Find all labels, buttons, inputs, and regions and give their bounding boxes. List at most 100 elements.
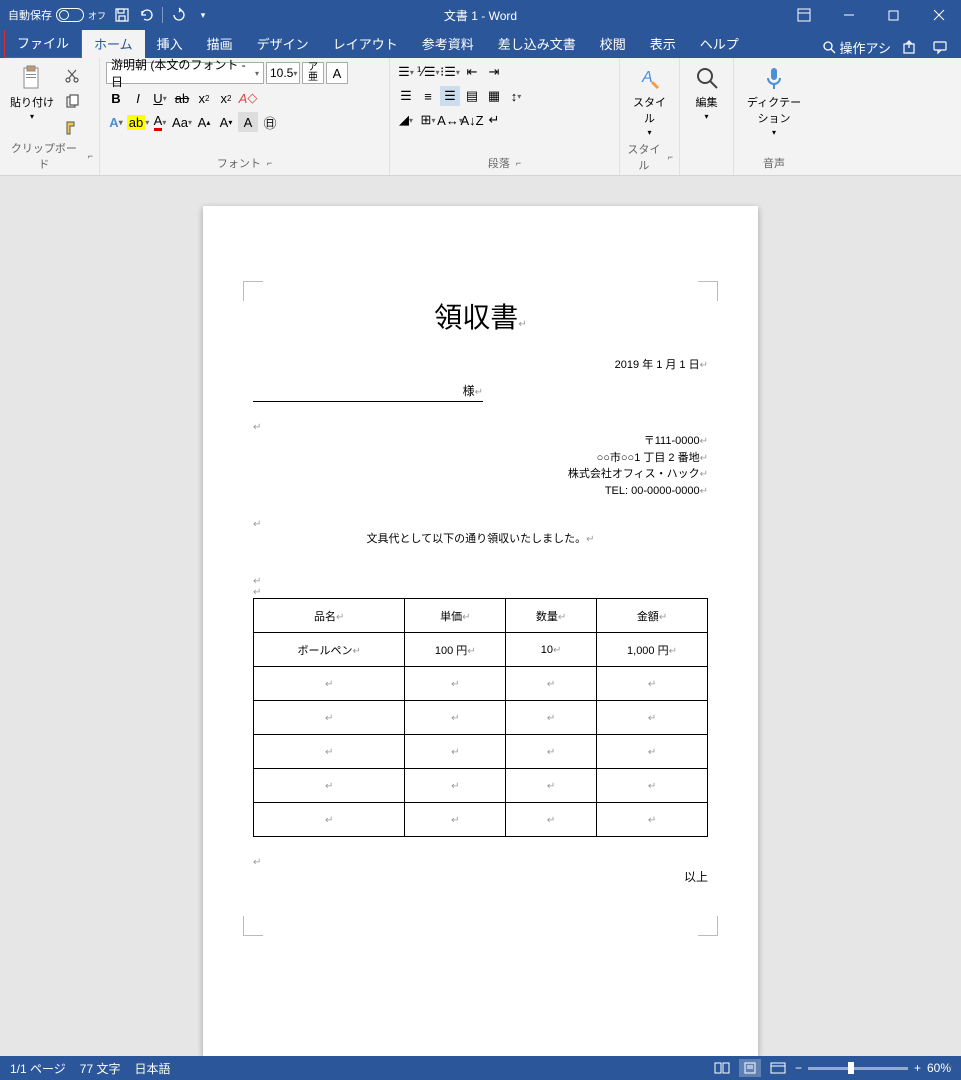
autosave-toggle[interactable]: 自動保存 オフ [8,7,106,23]
zoom-in-button[interactable]: + [914,1061,921,1075]
tab-layout[interactable]: レイアウト [321,29,410,58]
receipt-table[interactable]: 品名↵ 単価↵ 数量↵ 金額↵ ボールペン↵100 円↵10↵1,000 円↵ … [253,598,708,837]
editing-button[interactable]: 編集 ▾ [689,62,725,123]
styles-launcher[interactable]: ⌐ [668,152,673,162]
distributed-button[interactable]: ▦ [484,86,504,106]
font-color-button[interactable]: A▾ [150,112,170,132]
recipient-line[interactable]: 様↵ [253,382,483,402]
tab-mailings[interactable]: 差し込み文書 [486,29,588,58]
undo-icon[interactable] [138,7,154,23]
italic-button[interactable]: I [128,88,148,108]
doc-heading[interactable]: 領収書↵ [253,296,708,336]
font-size-combo[interactable]: 10.5▾ [266,62,300,84]
clear-format-button[interactable]: A◇ [238,88,258,108]
justify-button[interactable]: ▤ [462,86,482,106]
font-name-combo[interactable]: 游明朝 (本文のフォント - 日▾ [106,62,264,84]
underline-button[interactable]: U ▾ [150,88,170,108]
redo-icon[interactable] [171,7,187,23]
paragraph-group-label: 段落 [488,155,510,171]
minimize-button[interactable] [826,0,871,30]
tab-file[interactable]: ファイル [4,27,82,58]
tab-design[interactable]: デザイン [245,29,321,58]
page-indicator[interactable]: 1/1 ページ [10,1060,66,1077]
tab-home[interactable]: ホーム [82,29,145,58]
share-button[interactable] [899,36,921,58]
text-effects-button[interactable]: A▾ [106,112,126,132]
align-center-button[interactable]: ≡ [418,86,438,106]
clipboard-launcher[interactable]: ⌐ [88,151,93,161]
cut-button[interactable] [62,66,82,86]
comments-button[interactable] [929,36,951,58]
tab-insert[interactable]: 挿入 [145,29,195,58]
closing-text[interactable]: 以上 [253,868,708,885]
line-spacing-button[interactable]: ↕▾ [506,86,526,106]
close-button[interactable] [916,0,961,30]
strikethrough-button[interactable]: ab [172,88,192,108]
styles-button[interactable]: A スタイル ▾ [626,62,673,139]
change-case-button[interactable]: Aa▾ [172,112,192,132]
bullets-button[interactable]: ☰▾ [396,62,416,82]
tell-me-search[interactable]: 操作アシ [822,38,891,57]
ribbon-options-button[interactable] [781,0,826,30]
ribbon: 貼り付け ▾ クリップボード⌐ 游明朝 (本文のフォント - 日▾ 10.5▾ … [0,58,961,176]
tab-help[interactable]: ヘルプ [688,29,751,58]
tab-draw[interactable]: 描画 [195,29,245,58]
paste-button[interactable]: 貼り付け ▾ [6,62,58,123]
format-painter-button[interactable] [62,118,82,138]
zoom-out-button[interactable]: − [795,1061,802,1075]
qat-customize-icon[interactable]: ▾ [195,7,211,23]
word-count[interactable]: 77 文字 [80,1060,121,1077]
phonetic-guide-button[interactable]: ア亜 [302,62,324,84]
web-layout-button[interactable] [767,1059,789,1077]
copy-button[interactable] [62,92,82,112]
decrease-indent-button[interactable]: ⇤ [462,62,482,82]
character-border-button[interactable]: A [326,62,348,84]
char-shading-button[interactable]: A [238,112,258,132]
highlight-button[interactable]: ab▾ [128,112,148,132]
read-mode-button[interactable] [711,1059,733,1077]
align-left-button[interactable]: ☰ [396,86,416,106]
sender-block[interactable]: 〒111-0000↵ ○○市○○1 丁目 2 番地↵ 株式会社オフィス・ハック↵… [253,433,708,499]
save-icon[interactable] [114,7,130,23]
zoom-slider[interactable] [808,1067,908,1070]
borders-button[interactable]: ⊞▾ [418,110,438,130]
doc-date[interactable]: 2019 年 1 月 1 日↵ [253,356,708,372]
margin-corner [243,281,263,301]
tab-view[interactable]: 表示 [638,29,688,58]
language-indicator[interactable]: 日本語 [134,1060,170,1077]
superscript-button[interactable]: x2 [216,88,236,108]
grow-font-button[interactable]: A▴ [194,112,214,132]
tab-review[interactable]: 校閲 [588,29,638,58]
ribbon-tabs: ファイル ホーム 挿入 描画 デザイン レイアウト 参考資料 差し込み文書 校閲… [0,30,961,58]
enclose-char-button[interactable]: ㊐ [260,112,280,132]
subscript-button[interactable]: x2 [194,88,214,108]
shading-button[interactable]: ◢▾ [396,110,416,130]
document-area[interactable]: 領収書↵ 2019 年 1 月 1 日↵ 様↵ ↵ 〒111-0000↵ ○○市… [0,176,961,1056]
tab-references[interactable]: 参考資料 [410,29,486,58]
title-bar: 自動保存 オフ ▾ 文書 1 - Word [0,0,961,30]
show-marks-button[interactable]: ↵ [484,110,504,130]
sort-button[interactable]: A↓Z [462,110,482,130]
char-width-button[interactable]: A↔▾ [440,110,460,130]
paragraph-launcher[interactable]: ⌐ [516,158,521,168]
status-bar: 1/1 ページ 77 文字 日本語 − + 60% [0,1056,961,1080]
margin-corner [698,281,718,301]
intro-text[interactable]: 文具代として以下の通り領収いたしました。↵ [253,530,708,546]
multilevel-button[interactable]: ⁝☰▾ [440,62,460,82]
maximize-button[interactable] [871,0,916,30]
print-layout-button[interactable] [739,1059,761,1077]
numbering-button[interactable]: ⅟☰▾ [418,62,438,82]
page[interactable]: 領収書↵ 2019 年 1 月 1 日↵ 様↵ ↵ 〒111-0000↵ ○○市… [203,206,758,1056]
font-group-label: フォント [217,155,261,171]
table-row: ↵↵↵↵ [254,735,708,769]
increase-indent-button[interactable]: ⇥ [484,62,504,82]
margin-corner [698,916,718,936]
collapse-ribbon-button[interactable]: ⌃ [946,1063,955,1076]
bold-button[interactable]: B [106,88,126,108]
shrink-font-button[interactable]: A▾ [216,112,236,132]
align-right-button[interactable]: ☰ [440,86,460,106]
svg-text:A: A [641,69,653,86]
dictate-button[interactable]: ディクテーション ▾ [740,62,808,139]
font-launcher[interactable]: ⌐ [267,158,272,168]
margin-corner [243,916,263,936]
